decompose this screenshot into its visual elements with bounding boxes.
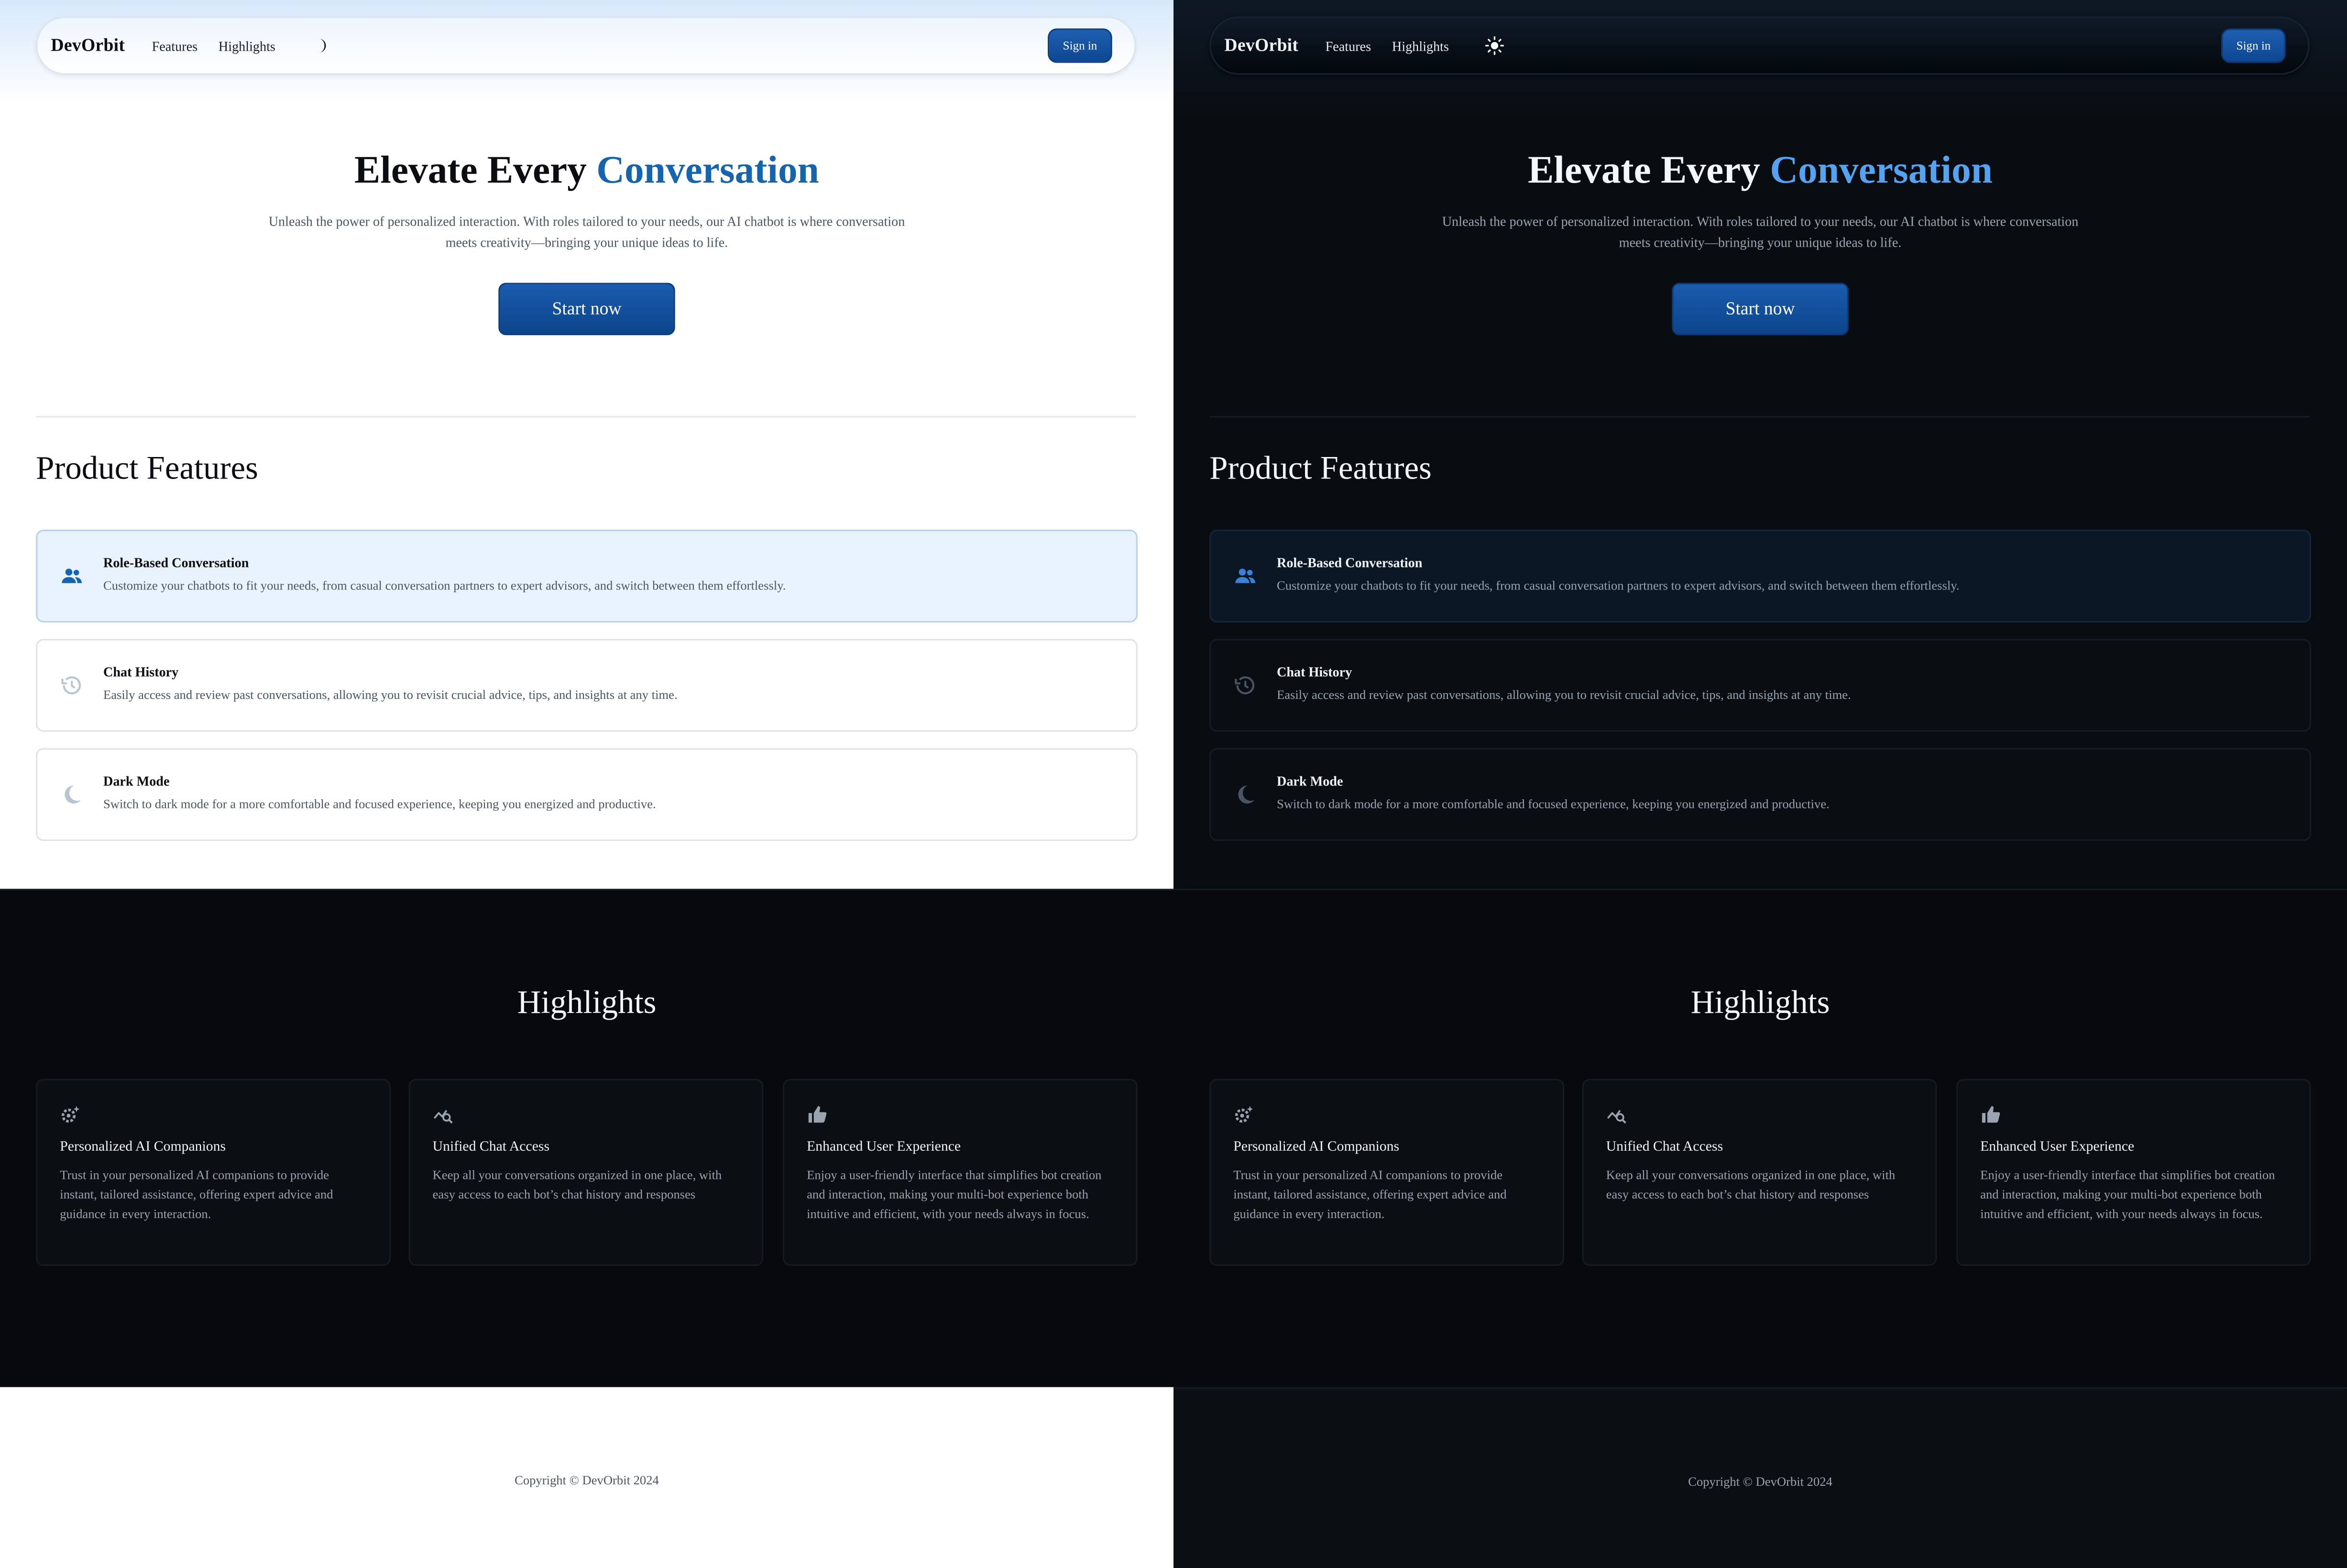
highlight-description: Trust in your personalized AI companions… <box>60 1167 333 1220</box>
highlight-title: Enhanced User Experience <box>807 1140 961 1155</box>
nav-link-features[interactable]: Features <box>1326 38 1371 53</box>
feature-title: Chat History <box>103 664 179 680</box>
feature-description: Easily access and review past conversati… <box>1276 686 1851 702</box>
highlights-heading: Highlights <box>517 983 657 1021</box>
feature-title: Dark Mode <box>1276 773 1343 789</box>
nav-link-highlights[interactable]: Highlights <box>219 38 275 53</box>
feature-title: Role-Based Conversation <box>1276 555 1423 570</box>
feature-description: Easily access and review past conversati… <box>103 686 678 702</box>
start-now-button[interactable]: Start now <box>498 283 675 336</box>
feature-description: Customize your chatbots to fit your need… <box>1276 577 1960 593</box>
main-section: DevOrbit Features Highlights Sign in Ele… <box>1173 0 2347 889</box>
feature-card-dark-mode[interactable]: Dark Mode Switch to dark mode for a more… <box>1209 748 2311 841</box>
history-icon <box>1235 676 1255 695</box>
hero: Elevate Every Conversation Unleash the p… <box>1174 143 2347 336</box>
highlight-description: Keep all your conversations organized in… <box>432 1167 722 1201</box>
feature-title: Chat History <box>1276 664 1352 680</box>
highlight-description: Enjoy a user-friendly interface that sim… <box>1980 1167 2275 1220</box>
highlight-card-experience: Enhanced User Experience Enjoy a user-fr… <box>783 1078 1138 1266</box>
feature-description: Customize your chatbots to fit your need… <box>103 577 786 593</box>
highlights-section: Highlights Personalized AI Companions Tr… <box>1173 889 2347 1389</box>
highlight-card-personalized: Personalized AI Companions Trust in your… <box>1209 1078 1564 1266</box>
sign-in-button[interactable]: Sign in <box>2221 28 2286 63</box>
feature-card-role-based[interactable]: Role-Based Conversation Customize your c… <box>36 530 1138 623</box>
hero-title-prefix: Elevate Every <box>1528 148 1770 192</box>
hero-title: Elevate Every Conversation <box>0 143 1174 197</box>
history-icon <box>61 676 81 695</box>
feature-title: Dark Mode <box>103 773 170 789</box>
highlight-title: Personalized AI Companions <box>1233 1140 1400 1155</box>
settings-sparkle-icon <box>61 1106 80 1123</box>
highlight-title: Personalized AI Companions <box>60 1140 226 1155</box>
feature-description: Switch to dark mode for a more comfortab… <box>1276 796 1830 811</box>
hero-description: Unleash the power of personalized intera… <box>268 214 905 250</box>
query-stats-icon <box>1607 1110 1626 1124</box>
hero-title-accent: Conversation <box>1770 148 1993 192</box>
highlight-description: Enjoy a user-friendly interface that sim… <box>807 1167 1102 1220</box>
feature-card-role-based[interactable]: Role-Based Conversation Customize your c… <box>1209 530 2311 623</box>
section-divider <box>36 416 1136 418</box>
thumbs-up-icon <box>1982 1106 2000 1123</box>
highlight-card-unified: Unified Chat Access Keep all your conver… <box>408 1078 764 1266</box>
features-heading: Product Features <box>1209 449 1432 487</box>
hero: Elevate Every Conversation Unleash the p… <box>0 143 1174 336</box>
feature-card-dark-mode[interactable]: Dark Mode Switch to dark mode for a more… <box>36 748 1138 841</box>
highlight-card-unified: Unified Chat Access Keep all your conver… <box>1582 1078 1937 1266</box>
moon-icon <box>65 785 81 804</box>
highlight-card-personalized: Personalized AI Companions Trust in your… <box>36 1078 391 1266</box>
light-theme-panel: DevOrbit Features Highlights Sign in Ele… <box>0 0 1174 1568</box>
theme-toggle-button[interactable] <box>1485 35 1506 56</box>
users-icon <box>1235 568 1256 583</box>
highlight-description: Keep all your conversations organized in… <box>1606 1167 1896 1201</box>
features-heading: Product Features <box>36 449 258 487</box>
thumbs-up-icon <box>808 1106 827 1123</box>
feature-description: Switch to dark mode for a more comfortab… <box>103 796 656 811</box>
navbar: DevOrbit Features Highlights Sign in <box>1209 16 2310 75</box>
highlights-section: Highlights Personalized AI Companions Tr… <box>0 889 1174 1389</box>
footer: Copyright © DevOrbit 2024 <box>0 1387 1174 1568</box>
highlight-card-experience: Enhanced User Experience Enjoy a user-fr… <box>1956 1078 2311 1266</box>
main-section: DevOrbit Features Highlights Sign in Ele… <box>0 0 1174 889</box>
start-now-button[interactable]: Start now <box>1672 283 1849 336</box>
brand-logo[interactable]: DevOrbit <box>1224 34 1298 57</box>
nav-link-highlights[interactable]: Highlights <box>1392 38 1449 53</box>
feature-card-chat-history[interactable]: Chat History Easily access and review pa… <box>36 639 1138 732</box>
highlight-description: Trust in your personalized AI companions… <box>1233 1167 1507 1220</box>
copyright-text: Copyright © DevOrbit 2024 <box>515 1472 659 1488</box>
highlight-title: Unified Chat Access <box>432 1140 550 1155</box>
users-icon <box>62 568 82 583</box>
moon-icon <box>1238 785 1255 804</box>
footer: Copyright © DevOrbit 2024 <box>1173 1387 2347 1568</box>
highlight-title: Enhanced User Experience <box>1980 1140 2135 1155</box>
hero-title-accent: Conversation <box>596 148 819 192</box>
feature-card-chat-history[interactable]: Chat History Easily access and review pa… <box>1209 639 2311 732</box>
theme-toggle-button[interactable] <box>311 35 332 56</box>
highlight-title: Unified Chat Access <box>1606 1140 1723 1155</box>
moon-icon <box>319 39 327 53</box>
feature-title: Role-Based Conversation <box>103 555 249 570</box>
hero-description: Unleash the power of personalized intera… <box>1442 214 2079 250</box>
hero-title-prefix: Elevate Every <box>354 148 597 192</box>
brand-logo[interactable]: DevOrbit <box>51 34 125 57</box>
sign-in-button[interactable]: Sign in <box>1048 28 1112 63</box>
query-stats-icon <box>433 1110 453 1124</box>
section-divider <box>1209 416 2310 418</box>
nav-link-features[interactable]: Features <box>152 38 197 53</box>
hero-title: Elevate Every Conversation <box>1174 143 2347 197</box>
highlights-heading: Highlights <box>1690 983 1830 1021</box>
settings-sparkle-icon <box>1235 1106 1253 1123</box>
navbar: DevOrbit Features Highlights Sign in <box>36 16 1136 75</box>
dark-theme-panel: DevOrbit Features Highlights Sign in Ele… <box>1173 0 2347 1568</box>
sun-icon <box>1486 36 1505 55</box>
copyright-text: Copyright © DevOrbit 2024 <box>1688 1474 1832 1489</box>
